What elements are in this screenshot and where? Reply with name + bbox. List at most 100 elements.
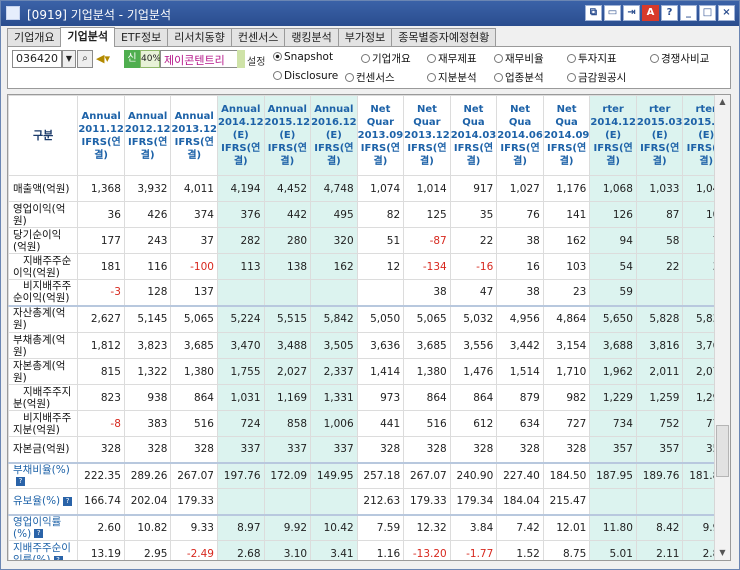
radio-option[interactable]: 재무비율 [494, 51, 544, 66]
table-cell: 3.84 [449, 513, 498, 541]
column-header-line: 결) [513, 156, 527, 167]
radio-button-icon[interactable] [567, 73, 576, 82]
tab-item[interactable]: 부가정보 [337, 28, 393, 46]
table-cell: 1.52 [496, 540, 544, 560]
column-header[interactable]: rter 2015.03 (E) IFRS(연 결) [635, 95, 684, 176]
column-header[interactable]: Net Quar 2013.09 IFRS(연 결) [356, 95, 405, 176]
chevron-down-icon[interactable]: ▼ [62, 50, 76, 68]
radio-option[interactable]: Disclosure [273, 70, 338, 82]
help-icon[interactable]: ? [63, 496, 73, 506]
column-header[interactable]: Net Quar 2013.12 IFRS(연 결) [403, 95, 451, 176]
radio-option[interactable]: Snapshot [273, 51, 333, 63]
radio-button-icon[interactable] [494, 54, 503, 63]
column-header-line: 2015.03 [636, 117, 683, 128]
radio-button-icon[interactable] [494, 73, 503, 82]
tab-item[interactable]: 기업분석 [60, 27, 115, 47]
minimize-icon[interactable]: _ [680, 5, 697, 21]
radio-button-icon[interactable] [427, 73, 436, 82]
app-window: [0919] 기업분석 - 기업분석 ⧉ ▭ ⇥ A ? _ □ × 기업개요 기… [0, 0, 740, 570]
table-cell: 727 [542, 410, 591, 437]
column-header[interactable]: rter 2014.12 (E) IFRS(연 결) [589, 95, 637, 176]
radio-button-icon[interactable] [273, 52, 282, 61]
column-header[interactable]: Annual 2011.12 IFRS(연 결) [77, 95, 125, 176]
radio-option[interactable]: 재무제표 [427, 51, 477, 66]
vertical-scrollbar[interactable]: ▲ ▼ [714, 95, 730, 560]
radio-option[interactable]: 기업개요 [361, 51, 411, 66]
radio-label: 재무비율 [505, 53, 544, 65]
row-label-text: 매출액(억원) [13, 182, 70, 195]
company-name-field[interactable]: 제이콘텐트리 [160, 50, 238, 68]
tab-item[interactable]: 기업개요 [7, 28, 62, 46]
column-header[interactable]: Annual 2013.12 IFRS(연 결) [170, 95, 218, 176]
column-header[interactable]: Net Qua 2014.06 IFRS(연 결) [496, 95, 544, 176]
table-cell: 10.82 [123, 513, 172, 541]
link-icon[interactable]: ⧉ [585, 5, 602, 21]
table-cell: 1,229 [589, 384, 637, 411]
tab-bar: 기업개요 기업분석 ETF정보 리서치동향 컨센서스 랭킹분석 부가정보 종목별증자예정현황 [7, 27, 497, 47]
column-header-line: 2013.09 [357, 130, 404, 141]
table-row: 당기순이익(억원) 177 243 37 282 280 320 51 -87 22 38 162 94… [8, 227, 730, 254]
radio-option[interactable]: 투자지표 [567, 51, 617, 66]
radio-option[interactable]: 금감원공시 [567, 70, 626, 85]
column-header[interactable]: Net Qua 2014.09 IFRS(연 결) [542, 95, 591, 176]
column-header-line: (E) [605, 130, 622, 141]
settings-label[interactable]: 설정 [247, 53, 265, 68]
help-icon[interactable]: ? [16, 477, 25, 487]
layout-icon[interactable]: ▭ [604, 5, 621, 21]
financial-table: 구분 Annual 2011.12 IFRS(연 결) Annual 2012.12 IFRS… [8, 95, 730, 560]
table-cell: 243 [123, 227, 172, 254]
pin-icon[interactable]: ⇥ [623, 5, 640, 21]
table-cell: 12.32 [403, 513, 451, 541]
tab-item[interactable]: 랭킹분석 [284, 28, 339, 46]
row-label-text: 지배주주지분(억원) [13, 385, 72, 410]
close-icon[interactable]: × [718, 5, 735, 21]
stock-code-input[interactable]: 036420 [12, 50, 62, 68]
tab-item[interactable]: ETF정보 [113, 28, 169, 46]
table-cell: 1,380 [403, 358, 451, 385]
table-cell: 3,556 [449, 332, 498, 359]
table-cell: 612 [449, 410, 498, 437]
table-row: 매출액(억원) 1,368 3,932 4,011 4,194 4,452 4,748 1,0… [8, 175, 730, 202]
radio-option[interactable]: 지분분석 [427, 70, 477, 85]
search-icon[interactable]: ⌕ [77, 50, 93, 68]
radio-button-icon[interactable] [567, 54, 576, 63]
radio-button-icon[interactable] [345, 73, 354, 82]
tab-item[interactable]: 컨센서스 [230, 28, 286, 46]
radio-option[interactable]: 경쟁사비교 [650, 51, 709, 66]
maximize-icon[interactable]: □ [699, 5, 716, 21]
table-cell: -8 [77, 410, 125, 437]
table-cell [310, 279, 358, 306]
row-label: 영업이익률(%)? [8, 513, 79, 541]
table-cell: 864 [403, 384, 451, 411]
column-header-line: 결) [373, 156, 388, 167]
column-header[interactable]: Annual 2015.12 (E) IFRS(연 결) [263, 95, 312, 176]
help-icon[interactable]: ? [661, 5, 678, 21]
speaker-icon[interactable]: ◀▾ [96, 50, 120, 68]
radio-label: 경쟁사비교 [661, 53, 710, 65]
radio-label: 금감원공시 [578, 72, 627, 84]
radio-button-icon[interactable] [361, 54, 370, 63]
radio-option[interactable]: 업종분석 [494, 70, 544, 85]
column-header[interactable]: Annual 2016.12 (E) IFRS(연 결) [310, 95, 358, 176]
column-header-line: 2012.12 [124, 123, 171, 135]
table-cell: 5,842 [310, 304, 358, 333]
radio-option[interactable]: 컨센서스 [345, 70, 395, 85]
pdf-icon[interactable]: A [642, 5, 659, 21]
company-dropdown-button[interactable] [237, 50, 245, 68]
column-header[interactable]: Annual 2014.12 (E) IFRS(연 결) [216, 95, 265, 176]
tab-item[interactable]: 종목별증자예정현황 [391, 28, 497, 46]
column-header[interactable]: Net Qua 2014.03 IFRS(연 결) [449, 95, 498, 176]
help-icon[interactable]: ? [34, 529, 44, 539]
radio-button-icon[interactable] [273, 71, 282, 80]
tab-item[interactable]: 리서치동향 [167, 28, 232, 46]
radio-button-icon[interactable] [427, 54, 436, 63]
column-header[interactable]: Annual 2012.12 IFRS(연 결) [123, 95, 172, 176]
scroll-down-icon[interactable]: ▼ [715, 546, 730, 560]
scroll-up-icon[interactable]: ▲ [715, 95, 730, 109]
help-icon[interactable]: ? [53, 555, 63, 560]
column-header-line: Annual [128, 110, 168, 122]
table-cell: 3,932 [123, 175, 172, 202]
radio-button-icon[interactable] [650, 54, 659, 63]
table-cell: 1,169 [263, 384, 312, 411]
scroll-thumb[interactable] [716, 425, 729, 477]
